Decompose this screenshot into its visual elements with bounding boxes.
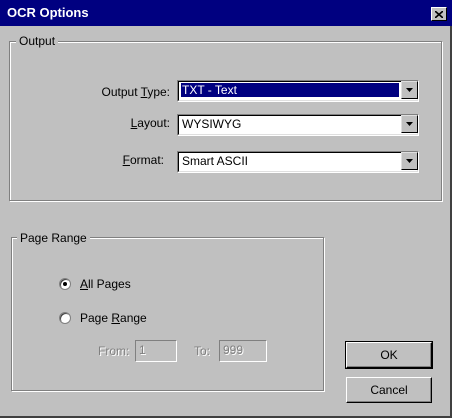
- format-dropdown-button[interactable]: [401, 152, 418, 170]
- close-button[interactable]: [431, 7, 447, 21]
- output-type-value: TXT - Text: [181, 83, 399, 97]
- radio-selected-dot: [63, 282, 67, 286]
- page-range-radio[interactable]: [59, 312, 71, 324]
- output-type-dropdown-button[interactable]: [401, 81, 418, 99]
- page-range-group-label: Page Range: [17, 231, 90, 245]
- title-bar[interactable]: OCR Options: [0, 0, 452, 26]
- layout-select[interactable]: WYSIWYG: [177, 114, 419, 136]
- format-value: Smart ASCII: [182, 154, 249, 168]
- ok-button[interactable]: OK: [345, 341, 433, 369]
- chevron-down-icon: [406, 122, 413, 126]
- output-group-label: Output: [16, 34, 59, 48]
- to-input[interactable]: 999: [219, 340, 267, 362]
- layout-value: WYSIWYG: [182, 117, 242, 131]
- chevron-down-icon: [406, 159, 413, 163]
- format-label: Format:: [122, 153, 164, 167]
- layout-label: Layout:: [130, 116, 170, 130]
- all-pages-radio[interactable]: [59, 278, 71, 290]
- ocr-options-dialog: OCR Options Output Output Type: TXT - Te…: [0, 0, 452, 418]
- window-title: OCR Options: [7, 5, 89, 20]
- layout-dropdown-button[interactable]: [401, 115, 418, 133]
- output-type-select[interactable]: TXT - Text: [177, 80, 419, 102]
- to-label: To:: [194, 344, 211, 358]
- cancel-button[interactable]: Cancel: [346, 377, 432, 403]
- from-label: From:: [98, 344, 130, 358]
- close-icon: [435, 10, 443, 18]
- format-select[interactable]: Smart ASCII: [177, 151, 419, 173]
- all-pages-label[interactable]: All Pages: [80, 277, 131, 291]
- chevron-down-icon: [406, 88, 413, 92]
- page-range-label[interactable]: Page Range: [80, 311, 147, 325]
- page-range-groupbox: [11, 237, 324, 391]
- from-input[interactable]: 1: [135, 340, 177, 362]
- output-type-label: Output Type:: [101, 85, 171, 99]
